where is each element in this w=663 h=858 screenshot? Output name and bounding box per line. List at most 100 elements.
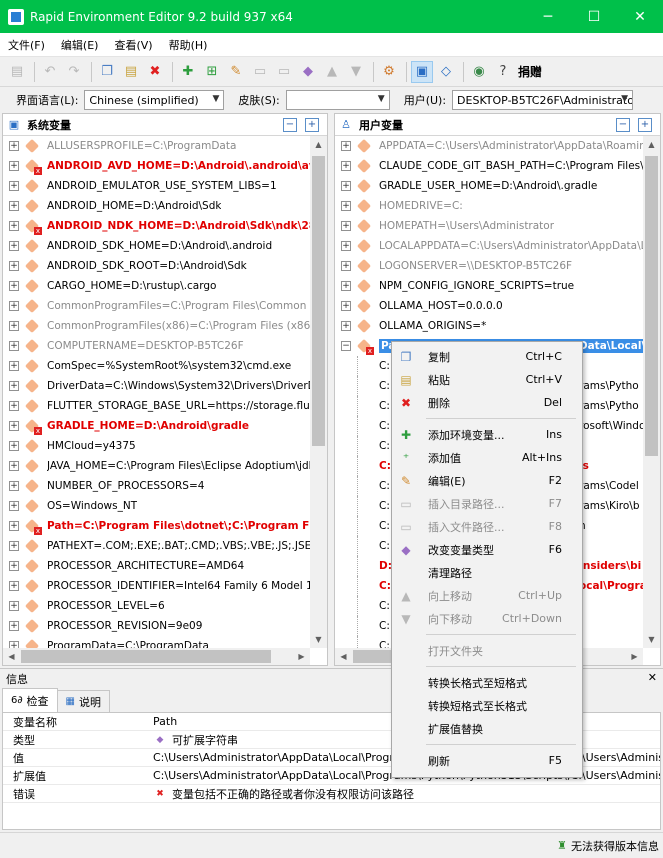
variable-row[interactable]: + NUMBER_OF_PROCESSORS=4 (3, 476, 310, 496)
menu-edit[interactable]: 编辑(E) (53, 37, 107, 53)
collapse-all-button[interactable]: − (616, 117, 630, 132)
settings-icon[interactable]: ⚙ (378, 61, 400, 83)
context-menu-item[interactable]: ◆ 改变变量类型 F6 (392, 538, 582, 561)
variable-row[interactable]: + ANDROID_EMULATOR_USE_SYSTEM_LIBS=1 (3, 176, 310, 196)
context-menu-item[interactable]: ✚ 添加环境变量... Ins (392, 423, 582, 446)
scroll-right-icon[interactable]: ▶ (293, 648, 310, 665)
variable-row[interactable]: + LOCALAPPDATA=C:\Users\Administrator\App… (335, 236, 643, 256)
variable-row[interactable]: + ANDROID_SDK_HOME=D:\Android\.android (3, 236, 310, 256)
variable-row[interactable]: + PATHEXT=.COM;.EXE;.BAT;.CMD;.VBS;.VBE;.… (3, 536, 310, 556)
delete-icon[interactable]: ✖ (144, 61, 166, 83)
move-down-icon[interactable]: ▼ (345, 61, 367, 83)
scroll-left-icon[interactable]: ◀ (3, 648, 20, 665)
expand-icon[interactable]: + (9, 541, 19, 551)
variable-row[interactable]: + CommonProgramFiles(x86)=C:\Program File… (3, 316, 310, 336)
expand-all-button[interactable]: + (638, 117, 652, 132)
variable-row[interactable]: + LOGONSERVER=\\DESKTOP-B5TC26F (335, 256, 643, 276)
insert-file-icon[interactable]: ▭ (273, 61, 295, 83)
variable-row[interactable]: + ANDROID_NDK_HOME=D:\Android\Sdk\ndk\28 (3, 216, 310, 236)
expand-icon[interactable]: + (341, 281, 351, 291)
tab-inspect[interactable]: 6∂ 检查 (2, 688, 58, 712)
redo-icon[interactable]: ↷ (63, 61, 85, 83)
menu-view[interactable]: 查看(V) (106, 37, 160, 53)
variable-row[interactable]: + CLAUDE_CODE_GIT_BASH_PATH=C:\Program Fi… (335, 156, 643, 176)
variable-row[interactable]: + OLLAMA_HOST=0.0.0.0 (335, 296, 643, 316)
scroll-up-icon[interactable]: ▲ (643, 136, 660, 153)
expand-icon[interactable]: + (341, 201, 351, 211)
context-menu-item[interactable]: ✎ 编辑(E) F2 (392, 469, 582, 492)
context-menu-item[interactable]: 扩展值替换 (392, 717, 582, 740)
expand-icon[interactable]: + (9, 481, 19, 491)
variable-row[interactable]: + PROCESSOR_IDENTIFIER=Intel64 Family 6 M… (3, 576, 310, 596)
scroll-down-icon[interactable]: ▼ (310, 631, 327, 648)
scroll-right-icon[interactable]: ▶ (626, 648, 643, 665)
horizontal-scrollbar[interactable]: ◀ ▶ (3, 648, 310, 665)
expand-icon[interactable]: + (341, 181, 351, 191)
variable-row[interactable]: + CARGO_HOME=D:\rustup\.cargo (3, 276, 310, 296)
expand-icon[interactable]: + (9, 601, 19, 611)
variable-row[interactable]: + PROCESSOR_LEVEL=6 (3, 596, 310, 616)
vertical-scrollbar[interactable]: ▲ ▼ (643, 136, 660, 648)
expand-icon[interactable]: + (9, 301, 19, 311)
save-icon[interactable]: ▤ (6, 61, 28, 83)
expand-icon[interactable]: + (9, 581, 19, 591)
expand-icon[interactable]: + (9, 321, 19, 331)
ui-language-select[interactable]: Chinese (simplified) ▼ (84, 90, 225, 110)
variable-row[interactable]: + JAVA_HOME=C:\Program Files\Eclipse Adop… (3, 456, 310, 476)
expand-icon[interactable]: + (9, 421, 19, 431)
expand-icon[interactable]: + (341, 221, 351, 231)
minimize-button[interactable]: ─ (525, 0, 571, 33)
add-variable-icon[interactable]: ✚ (177, 61, 199, 83)
expand-icon[interactable]: + (9, 621, 19, 631)
expand-icon[interactable]: + (9, 221, 19, 231)
context-menu-item[interactable]: 清理路径 (392, 561, 582, 584)
expand-icon[interactable]: + (9, 501, 19, 511)
close-button[interactable]: ✕ (617, 0, 663, 33)
context-menu-item[interactable]: 转换短格式至长格式 (392, 694, 582, 717)
variable-row[interactable]: + ANDROID_AVD_HOME=D:\Android\.android\av (3, 156, 310, 176)
variable-row[interactable]: + ComSpec=%SystemRoot%\system32\cmd.exe (3, 356, 310, 376)
add-value-icon[interactable]: ⊞ (201, 61, 223, 83)
variable-row[interactable]: + ALLUSERSPROFILE=C:\ProgramData (3, 136, 310, 156)
expand-icon[interactable]: + (341, 141, 351, 151)
move-up-icon[interactable]: ▲ (321, 61, 343, 83)
variable-row[interactable]: + HOMEPATH=\Users\Administrator (335, 216, 643, 236)
scroll-left-icon[interactable]: ◀ (335, 648, 352, 665)
expand-icon[interactable]: + (9, 181, 19, 191)
variable-row[interactable]: + GRADLE_HOME=D:\Android\gradle (3, 416, 310, 436)
context-menu-item[interactable]: 刷新 F5 (392, 749, 582, 772)
expand-icon[interactable]: + (341, 321, 351, 331)
expand-icon[interactable]: + (341, 261, 351, 271)
expand-icon[interactable]: + (9, 241, 19, 251)
expand-icon[interactable]: + (9, 381, 19, 391)
expand-icon[interactable]: + (9, 161, 19, 171)
variable-row[interactable]: + HMCloud=y4375 (3, 436, 310, 456)
scrollbar-thumb[interactable] (312, 156, 325, 446)
undo-icon[interactable]: ↶ (39, 61, 61, 83)
scrollbar-thumb[interactable] (645, 156, 658, 456)
expand-icon[interactable]: + (341, 301, 351, 311)
context-menu-item[interactable]: ✖ 删除 Del (392, 391, 582, 414)
variable-row[interactable]: + NPM_CONFIG_IGNORE_SCRIPTS=true (335, 276, 643, 296)
variable-row[interactable]: + COMPUTERNAME=DESKTOP-B5TC26F (3, 336, 310, 356)
variable-row[interactable]: + PROCESSOR_REVISION=9e09 (3, 616, 310, 636)
maximize-button[interactable]: ☐ (571, 0, 617, 33)
variable-row[interactable]: + OS=Windows_NT (3, 496, 310, 516)
expand-icon[interactable]: + (9, 441, 19, 451)
variable-row[interactable]: + HOMEDRIVE=C: (335, 196, 643, 216)
variable-row[interactable]: + APPDATA=C:\Users\Administrator\AppData\… (335, 136, 643, 156)
window-view-icon[interactable]: ▣ (411, 60, 433, 83)
copy-icon[interactable]: ❐ (96, 61, 118, 83)
expand-icon[interactable]: + (341, 241, 351, 251)
collapse-icon[interactable]: − (341, 341, 351, 351)
expand-all-button[interactable]: + (305, 117, 319, 132)
variable-row[interactable]: + CommonProgramFiles=C:\Program Files\Com… (3, 296, 310, 316)
variable-row[interactable]: + OLLAMA_ORIGINS=* (335, 316, 643, 336)
variable-row[interactable]: + Path=C:\Program Files\dotnet\;C:\Progra… (3, 516, 310, 536)
expand-icon[interactable]: + (9, 641, 19, 648)
expand-icon[interactable]: + (9, 401, 19, 411)
context-menu-item[interactable]: ⁺ 添加值 Alt+Ins (392, 446, 582, 469)
variable-row[interactable]: + DriverData=C:\Windows\System32\Drivers\… (3, 376, 310, 396)
expand-icon[interactable]: + (9, 461, 19, 471)
menu-file[interactable]: 文件(F) (0, 37, 53, 53)
